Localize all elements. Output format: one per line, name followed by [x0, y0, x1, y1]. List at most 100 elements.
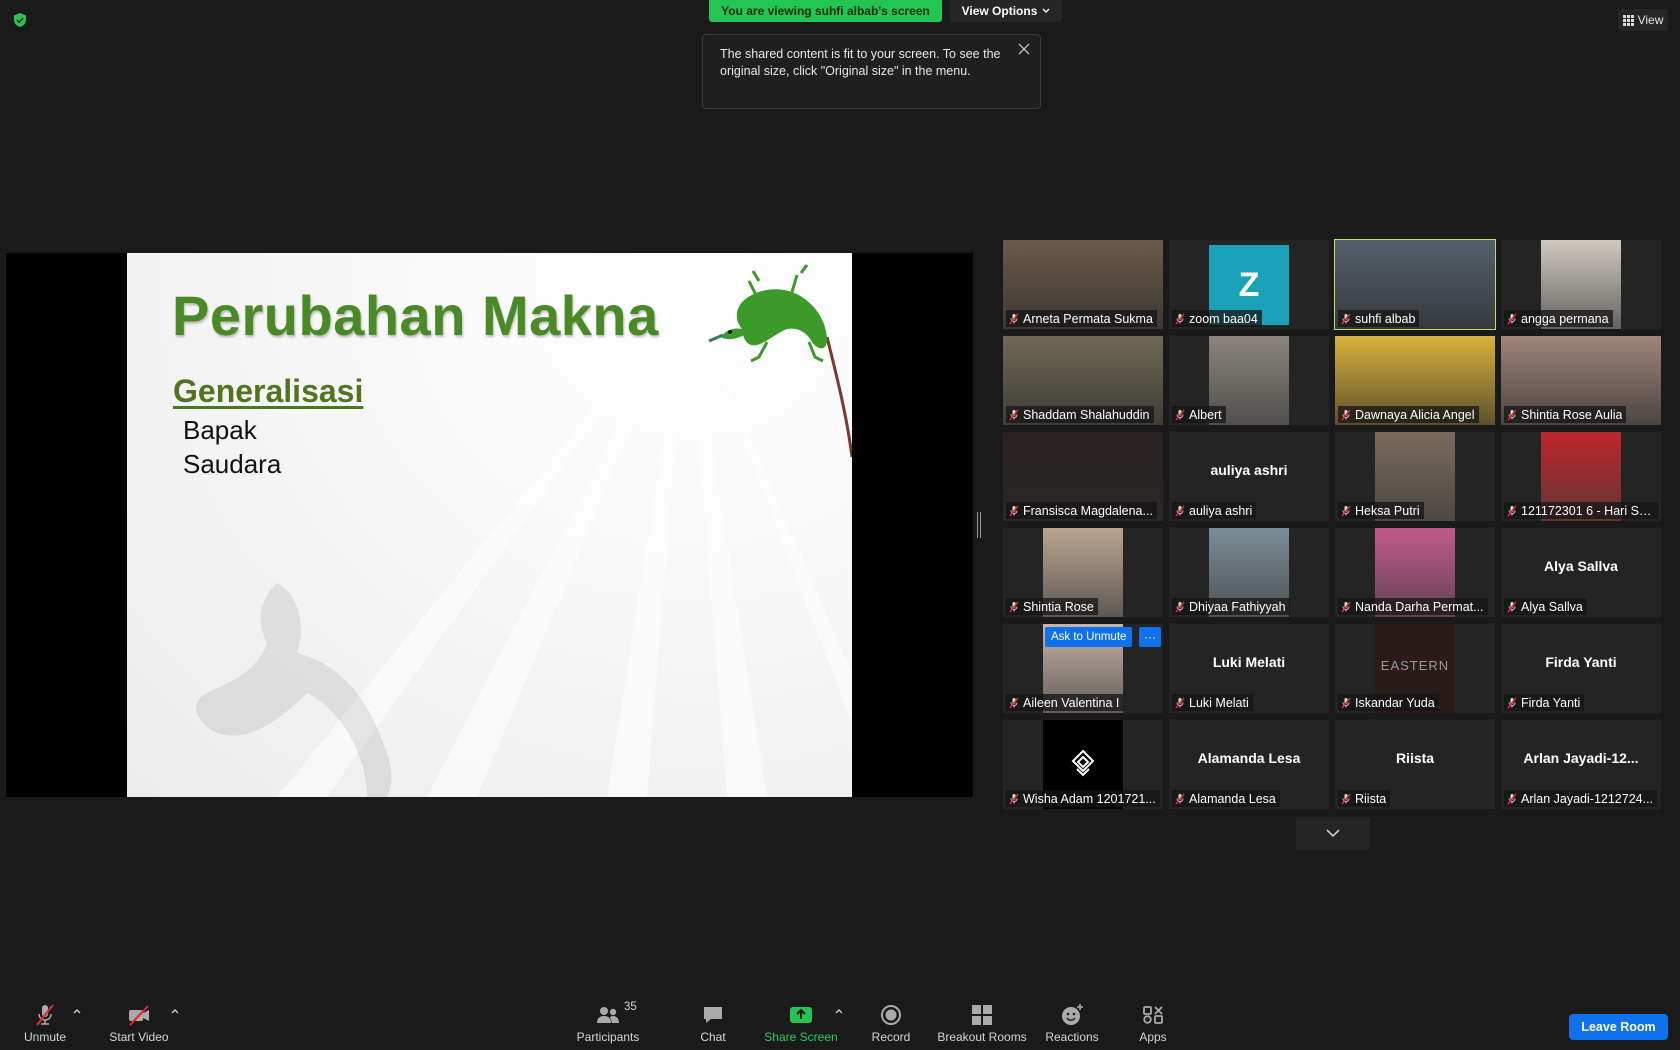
breakout-rooms-icon	[972, 1005, 992, 1025]
muted-mic-icon	[1175, 313, 1185, 324]
muted-mic-icon	[1175, 505, 1185, 516]
muted-mic-icon	[1507, 409, 1517, 420]
apps-label: Apps	[1139, 1030, 1167, 1044]
participant-name: Shintia Rose Aulia	[1521, 407, 1623, 422]
breakout-rooms-button[interactable]: Breakout Rooms	[935, 996, 1029, 1050]
participant-name-label: 121172301 6 - Hari Su...	[1504, 502, 1658, 519]
participant-tile[interactable]: Riista Riista	[1335, 720, 1495, 809]
participant-name-label: auliya ashri	[1172, 502, 1257, 519]
reactions-icon	[1062, 1004, 1083, 1025]
participant-name-label: Arneta Permata Sukma	[1006, 310, 1157, 327]
participant-tile[interactable]: EASTERN Iskandar Yuda	[1335, 624, 1495, 713]
breakout-rooms-label: Breakout Rooms	[937, 1030, 1027, 1044]
participant-tile[interactable]: Albert	[1169, 336, 1329, 425]
participant-name: Riista	[1355, 791, 1387, 806]
meeting-toolbar: Unmute Start Video 35 Participants Chat	[0, 996, 1680, 1050]
participants-count: 35	[624, 1001, 637, 1013]
screen-share-banner: You are viewing suhfi albab's screen	[709, 0, 942, 22]
participant-name-label: Arlan Jayadi-1212724...	[1504, 790, 1658, 807]
participant-display-name: Arlan Jayadi-12...	[1523, 749, 1639, 766]
participant-name: Alya Sallva	[1521, 599, 1583, 614]
muted-mic-icon	[1009, 313, 1019, 324]
lizard-image	[708, 264, 852, 458]
participant-tile[interactable]: Heksa Putri	[1335, 432, 1495, 521]
start-video-button[interactable]: Start Video	[104, 996, 174, 1050]
participant-tile[interactable]: Arlan Jayadi-12... Arlan Jayadi-1212724..…	[1501, 720, 1661, 809]
shared-screen[interactable]: Perubahan Makna Generalisasi Bapak Sauda…	[6, 253, 973, 797]
muted-mic-icon	[1341, 601, 1351, 612]
share-screen-button[interactable]: Share Screen	[764, 996, 838, 1050]
participant-name: Shintia Rose	[1023, 599, 1094, 614]
participant-tile[interactable]: Wisha Adam 1201721...	[1003, 720, 1163, 809]
muted-mic-icon	[1507, 601, 1517, 612]
participant-name-label: Luki Melati	[1172, 694, 1253, 711]
participant-name: Nanda Darha Permat...	[1355, 599, 1484, 614]
lizard-shadow-image	[196, 583, 392, 797]
participant-tile[interactable]: Arneta Permata Sukma	[1003, 240, 1163, 329]
reactions-button[interactable]: Reactions	[1045, 996, 1099, 1050]
muted-mic-icon	[1341, 505, 1351, 516]
video-options-caret-icon[interactable]	[170, 1006, 180, 1016]
fit-screen-tooltip: The shared content is fit to your screen…	[702, 34, 1041, 109]
participant-tile[interactable]: Shaddam Shalahuddin	[1003, 336, 1163, 425]
muted-mic-icon	[1507, 697, 1517, 708]
share-screen-icon	[790, 1007, 812, 1023]
participant-display-name: Luki Melati	[1212, 653, 1286, 670]
participant-tile[interactable]: Shintia Rose Aulia	[1501, 336, 1661, 425]
participant-tile[interactable]: Ask to Unmute ··· Aileen Valentina I	[1003, 624, 1163, 713]
record-button[interactable]: Record	[868, 996, 914, 1050]
participant-tile[interactable]: Alya Sallva Alya Sallva	[1501, 528, 1661, 617]
participant-name: Heksa Putri	[1355, 503, 1420, 518]
participant-name: Firda Yanti	[1521, 695, 1581, 710]
muted-mic-icon	[1341, 793, 1351, 804]
muted-mic-icon	[1507, 313, 1517, 324]
more-options-icon[interactable]: ···	[1139, 627, 1161, 647]
muted-mic-icon	[1175, 409, 1185, 420]
participant-name-label: angga permana	[1504, 310, 1613, 327]
muted-mic-icon	[1009, 601, 1019, 612]
logo-text: EASTERN	[1380, 658, 1450, 673]
participant-tile[interactable]: Dawnaya Alicia Angel	[1335, 336, 1495, 425]
participant-name-label: Shintia Rose	[1006, 598, 1098, 615]
participant-tile[interactable]: 121172301 6 - Hari Su...	[1501, 432, 1661, 521]
participant-tile[interactable]: Nanda Darha Permat...	[1335, 528, 1495, 617]
resize-handle[interactable]	[977, 512, 981, 538]
muted-mic-icon	[1009, 793, 1019, 804]
ask-to-unmute-button[interactable]: Ask to Unmute	[1045, 627, 1133, 647]
audio-options-caret-icon[interactable]	[72, 1006, 82, 1016]
participant-tile[interactable]: Zzoom baa04	[1169, 240, 1329, 329]
gallery-next-page-button[interactable]	[1296, 817, 1370, 850]
participant-tile[interactable]: angga permana	[1501, 240, 1661, 329]
unmute-button[interactable]: Unmute	[20, 996, 70, 1050]
participant-tile[interactable]: Alamanda Lesa Alamanda Lesa	[1169, 720, 1329, 809]
close-icon[interactable]	[1016, 41, 1032, 57]
participant-tile[interactable]: Fransisca Magdalena...	[1003, 432, 1163, 521]
participant-name: Alamanda Lesa	[1189, 791, 1276, 806]
participant-name-label: Shaddam Shalahuddin	[1006, 406, 1154, 423]
participant-name: Dhiyaa Fathiyyah	[1189, 599, 1286, 614]
view-layout-button[interactable]: View	[1618, 9, 1668, 31]
shield-icon[interactable]	[12, 12, 28, 28]
slide-title: Perubahan Makna	[172, 284, 659, 347]
participant-name-label: zoom baa04	[1172, 310, 1262, 327]
apps-button[interactable]: Apps	[1130, 996, 1176, 1050]
participant-name: 121172301 6 - Hari Su...	[1521, 503, 1654, 518]
chat-button[interactable]: Chat	[690, 996, 736, 1050]
participant-tile[interactable]: Dhiyaa Fathiyyah	[1169, 528, 1329, 617]
participant-name-label: Riista	[1338, 790, 1391, 807]
muted-mic-icon	[1175, 697, 1185, 708]
participant-tile[interactable]: Luki Melati Luki Melati	[1169, 624, 1329, 713]
participants-button[interactable]: 35 Participants	[573, 996, 643, 1050]
share-options-caret-icon[interactable]	[834, 1006, 844, 1016]
participant-name-label: Iskandar Yuda	[1338, 694, 1439, 711]
participant-tile[interactable]: Firda Yanti Firda Yanti	[1501, 624, 1661, 713]
participant-tile[interactable]: Shintia Rose	[1003, 528, 1163, 617]
participant-name-label: Nanda Darha Permat...	[1338, 598, 1488, 615]
participant-name: Shaddam Shalahuddin	[1023, 407, 1150, 422]
participant-gallery: Arneta Permata Sukma Zzoom baa04 suhfi alb…	[1003, 239, 1663, 809]
record-label: Record	[871, 1030, 911, 1044]
leave-room-button[interactable]: Leave Room	[1569, 1014, 1668, 1040]
view-options-button[interactable]: View Options	[950, 0, 1062, 22]
participant-tile[interactable]: auliya ashri auliya ashri	[1169, 432, 1329, 521]
participant-tile[interactable]: suhfi albab	[1334, 239, 1496, 330]
